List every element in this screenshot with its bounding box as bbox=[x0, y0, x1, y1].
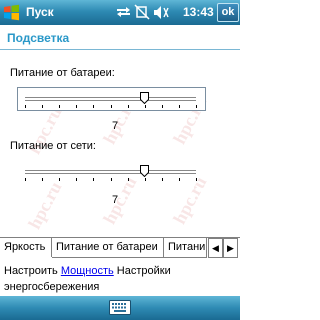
slider-tick bbox=[59, 178, 60, 181]
title-bar: Пуск 13:43 ok bbox=[0, 0, 240, 25]
tab-scroll-left-icon[interactable]: ◀ bbox=[208, 238, 223, 258]
keyboard-icon[interactable] bbox=[109, 300, 131, 315]
slider-tick bbox=[93, 105, 94, 108]
header-divider bbox=[0, 49, 240, 50]
ok-button[interactable]: ok bbox=[217, 3, 239, 22]
tab-scroll-right-icon[interactable]: ▶ bbox=[223, 238, 238, 258]
slider-tick bbox=[196, 105, 197, 108]
volume-icon bbox=[154, 6, 169, 19]
power-settings-text: Настроить Мощность Настройки энергосбере… bbox=[4, 263, 236, 295]
slider-tick bbox=[179, 178, 180, 181]
slider-tick bbox=[145, 178, 146, 181]
tab-brightness[interactable]: Яркость bbox=[0, 238, 52, 257]
slider-tick bbox=[196, 178, 197, 181]
slider-tick bbox=[162, 178, 163, 181]
softkey-bar bbox=[0, 296, 240, 320]
slider-tick bbox=[162, 105, 163, 108]
slider-tick bbox=[128, 105, 129, 108]
app-title[interactable]: Пуск bbox=[26, 5, 54, 19]
slider-tick bbox=[111, 178, 112, 181]
slider-thumb[interactable] bbox=[140, 165, 149, 177]
no-signal-icon bbox=[134, 4, 150, 20]
slider-thumb[interactable] bbox=[140, 92, 149, 104]
slider-tick bbox=[25, 178, 26, 181]
slider-tick bbox=[145, 105, 146, 108]
slider-tick bbox=[76, 105, 77, 108]
page-title: Подсветка bbox=[7, 31, 70, 45]
clock[interactable]: 13:43 bbox=[183, 5, 214, 19]
watermark: hpc.ru bbox=[24, 178, 66, 233]
connectivity-icon bbox=[117, 7, 130, 17]
tab-battery-power[interactable]: Питание от батареи bbox=[52, 238, 164, 258]
slider-tick bbox=[179, 105, 180, 108]
windows-start-icon[interactable] bbox=[3, 4, 20, 21]
battery-value: 7 bbox=[112, 120, 119, 132]
ac-brightness-slider[interactable] bbox=[17, 161, 204, 183]
slider-tick bbox=[42, 178, 43, 181]
battery-label: Питание от батареи: bbox=[10, 67, 115, 79]
slider-tick bbox=[59, 105, 60, 108]
slider-tick bbox=[111, 105, 112, 108]
ac-label: Питание от сети: bbox=[10, 140, 96, 152]
power-link[interactable]: Мощность bbox=[61, 265, 114, 277]
slider-tick bbox=[42, 105, 43, 108]
slider-tick bbox=[93, 178, 94, 181]
slider-tick bbox=[128, 178, 129, 181]
slider-track[interactable] bbox=[25, 97, 196, 101]
tab-bar: Яркость Питание от батареи Питани ◀ ▶ bbox=[0, 237, 240, 258]
slider-tick bbox=[76, 178, 77, 181]
footer-prefix: Настроить bbox=[4, 265, 61, 277]
tab-ac-power[interactable]: Питани bbox=[164, 238, 207, 258]
slider-track[interactable] bbox=[25, 170, 196, 174]
battery-brightness-slider[interactable] bbox=[17, 88, 204, 110]
ac-value: 7 bbox=[112, 194, 119, 206]
status-icons bbox=[117, 4, 169, 20]
slider-tick bbox=[25, 105, 26, 108]
